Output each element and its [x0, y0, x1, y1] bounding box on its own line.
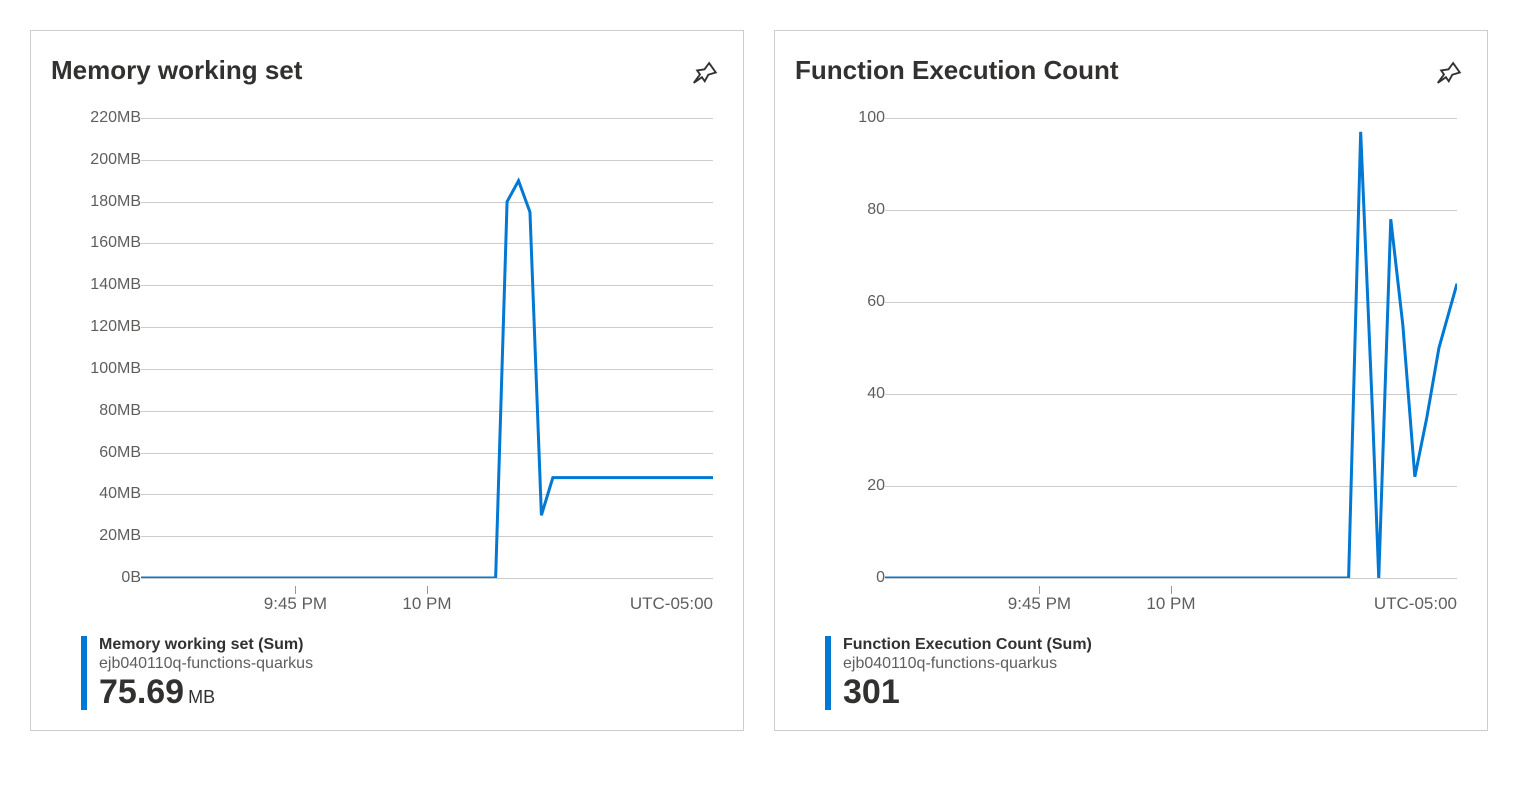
chart-header: Function Execution Count — [795, 55, 1467, 94]
pin-icon — [1435, 75, 1463, 90]
y-tick-label: 40MB — [51, 485, 141, 503]
x-axis: 9:45 PM 10 PM UTC-05:00 — [141, 588, 713, 618]
y-tick-label: 140MB — [51, 276, 141, 294]
y-tick-label: 120MB — [51, 318, 141, 336]
y-tick-label: 60MB — [51, 444, 141, 462]
y-tick-label: 100MB — [51, 360, 141, 378]
legend-series-name: Memory working set (Sum) — [99, 636, 313, 654]
chart-series-line — [141, 181, 713, 578]
y-tick-label: 160MB — [51, 234, 141, 252]
chart-legend: Function Execution Count (Sum) ejb040110… — [795, 636, 1467, 710]
x-axis: 9:45 PM 10 PM UTC-05:00 — [885, 588, 1457, 618]
function-execution-count-card: Function Execution Count 020406080100 9:… — [774, 30, 1488, 731]
y-tick-label: 220MB — [51, 109, 141, 127]
y-tick-label: 80MB — [51, 402, 141, 420]
chart-title: Function Execution Count — [795, 55, 1119, 86]
pin-button[interactable] — [687, 55, 723, 94]
chart-legend: Memory working set (Sum) ejb040110q-func… — [51, 636, 723, 710]
y-tick-label: 40 — [795, 385, 885, 403]
pin-icon — [691, 75, 719, 90]
x-tick-label: 10 PM — [402, 594, 451, 614]
grid-line — [885, 578, 1457, 579]
chart-line-container — [885, 118, 1457, 578]
x-tick-label: 9:45 PM — [264, 594, 327, 614]
legend-summary-value: 301 — [843, 675, 1092, 709]
y-tick-label: 0 — [795, 569, 885, 587]
legend-summary-value: 75.69MB — [99, 675, 313, 709]
legend-text: Memory working set (Sum) ejb040110q-func… — [99, 636, 313, 709]
y-axis: 0B20MB40MB60MB80MB100MB120MB140MB160MB18… — [51, 118, 141, 578]
y-tick-label: 20 — [795, 477, 885, 495]
legend-resource-name: ejb040110q-functions-quarkus — [843, 655, 1092, 673]
pin-button[interactable] — [1431, 55, 1467, 94]
x-tick-label: 10 PM — [1146, 594, 1195, 614]
y-tick-label: 60 — [795, 293, 885, 311]
legend-text: Function Execution Count (Sum) ejb040110… — [843, 636, 1092, 709]
chart-line-container — [141, 118, 713, 578]
x-tick-label: 9:45 PM — [1008, 594, 1071, 614]
chart-header: Memory working set — [51, 55, 723, 94]
chart-plot-area: 020406080100 9:45 PM 10 PM UTC-05:00 — [845, 118, 1457, 618]
y-tick-label: 20MB — [51, 527, 141, 545]
x-tick-mark — [1171, 586, 1172, 594]
x-tick-mark — [1039, 586, 1040, 594]
y-tick-label: 100 — [795, 109, 885, 127]
legend-color-bar — [81, 636, 87, 710]
x-tick-mark — [427, 586, 428, 594]
y-axis: 020406080100 — [795, 118, 885, 578]
x-tick-mark — [295, 586, 296, 594]
y-tick-label: 180MB — [51, 193, 141, 211]
y-tick-label: 200MB — [51, 151, 141, 169]
memory-working-set-card: Memory working set 0B20MB40MB60MB80MB100… — [30, 30, 744, 731]
grid-line — [141, 578, 713, 579]
legend-series-name: Function Execution Count (Sum) — [843, 636, 1092, 654]
timezone-label: UTC-05:00 — [630, 594, 713, 614]
y-tick-label: 0B — [51, 569, 141, 587]
chart-series-line — [885, 132, 1457, 578]
chart-plot-area: 0B20MB40MB60MB80MB100MB120MB140MB160MB18… — [101, 118, 713, 618]
timezone-label: UTC-05:00 — [1374, 594, 1457, 614]
y-tick-label: 80 — [795, 201, 885, 219]
chart-title: Memory working set — [51, 55, 302, 86]
legend-color-bar — [825, 636, 831, 710]
legend-resource-name: ejb040110q-functions-quarkus — [99, 655, 313, 673]
